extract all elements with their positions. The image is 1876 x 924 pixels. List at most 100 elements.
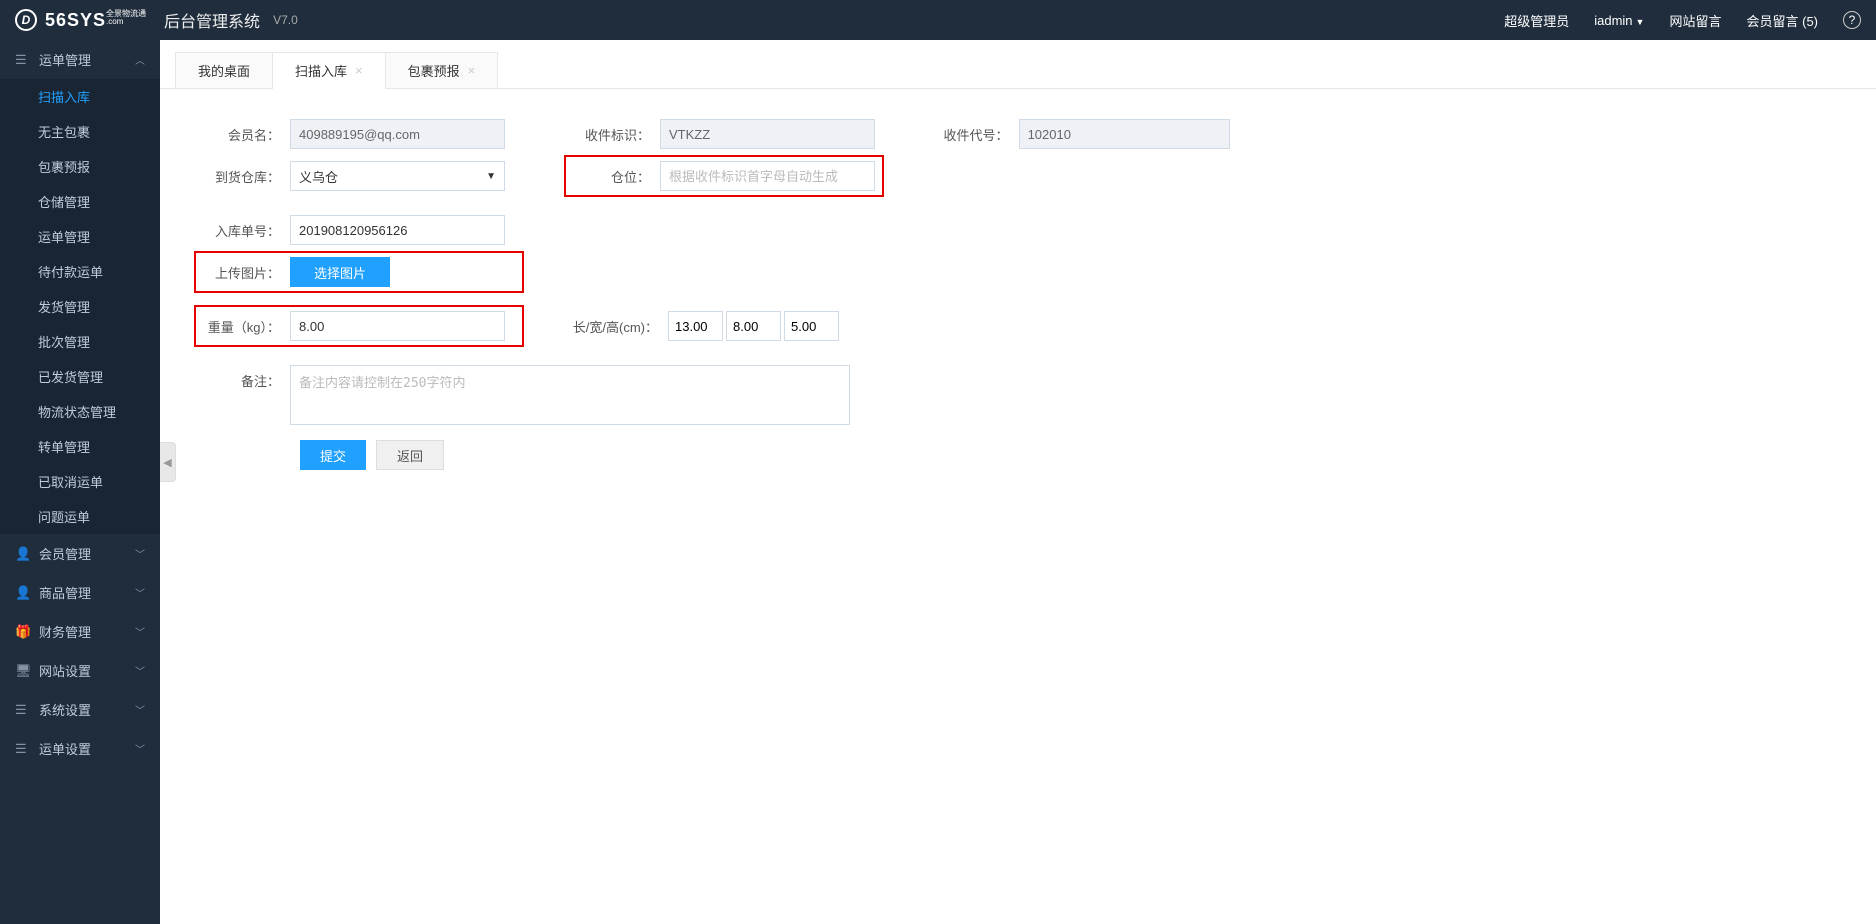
submenu-item-logistics-status[interactable]: 物流状态管理 xyxy=(0,394,160,429)
user-icon: 👤 xyxy=(15,546,31,562)
submenu-item-scan-in[interactable]: 扫描入库 xyxy=(0,79,160,114)
sidebar-item-label: 财务管理 xyxy=(39,622,91,641)
sidebar-item-label: 网站设置 xyxy=(39,661,91,680)
tab-label: 扫描入库 xyxy=(295,61,347,80)
dim-w-input[interactable] xyxy=(726,311,781,341)
logo-area: D 56SYS全景物流通.com 后台管理系统 V7.0 xyxy=(15,8,298,32)
dim-label: 长/宽/高(cm)： xyxy=(558,317,668,336)
submenu-item-orphan[interactable]: 无主包裹 xyxy=(0,114,160,149)
logo-icon: D xyxy=(15,9,37,31)
chevron-down-icon: ﹀ xyxy=(135,624,145,639)
form-buttons: 提交 返回 xyxy=(200,440,1836,470)
dim-l-input[interactable] xyxy=(668,311,723,341)
submenu-item-batch[interactable]: 批次管理 xyxy=(0,324,160,359)
field-dimensions: 长/宽/高(cm)： xyxy=(558,311,878,341)
sidebar-item-label: 系统设置 xyxy=(39,700,91,719)
warehouse-value: 义乌仓 xyxy=(299,167,338,186)
remark-label: 备注： xyxy=(200,365,290,390)
chevron-down-icon: ﹀ xyxy=(135,585,145,600)
close-icon[interactable]: × xyxy=(468,63,476,78)
form-container: 会员名： 收件标识： 收件代号： 到货仓库： 义乌仓 xyxy=(160,89,1876,924)
gift-icon: 🎁 xyxy=(15,624,31,640)
dim-h-input[interactable] xyxy=(784,311,839,341)
list-icon: ☰ xyxy=(15,52,31,68)
member-message-link[interactable]: 会员留言 (5) xyxy=(1746,11,1818,30)
close-icon[interactable]: × xyxy=(355,63,363,78)
monitor-icon: 🖥 xyxy=(15,663,31,679)
site-message-link[interactable]: 网站留言 xyxy=(1669,11,1721,30)
logo-text-wrap: 56SYS全景物流通.com xyxy=(45,10,146,31)
sidebar-item-label: 会员管理 xyxy=(39,544,91,563)
user-menu[interactable]: iadmin ▼ xyxy=(1594,13,1644,28)
submenu-item-cancelled[interactable]: 已取消运单 xyxy=(0,464,160,499)
weight-label: 重量（kg）： xyxy=(200,317,290,336)
sidebar-item-label: 运单管理 xyxy=(39,50,91,69)
field-in-no: 入库单号： xyxy=(200,215,530,245)
user-role: 超级管理员 xyxy=(1504,11,1569,30)
app-header: D 56SYS全景物流通.com 后台管理系统 V7.0 超级管理员 iadmi… xyxy=(0,0,1876,40)
chevron-down-icon: ▼ xyxy=(486,171,496,182)
chevron-up-icon: ︿ xyxy=(135,52,145,67)
user-name: iadmin xyxy=(1594,13,1632,28)
recv-code-label: 收件代号： xyxy=(930,125,1019,144)
recv-mark-label: 收件标识： xyxy=(570,125,660,144)
sidebar-item-site-settings[interactable]: 🖥 网站设置 ﹀ xyxy=(0,651,160,690)
submenu-waybill: 扫描入库 无主包裹 包裹预报 仓储管理 运单管理 待付款运单 发货管理 批次管理… xyxy=(0,79,160,534)
sidebar-item-waybill-settings[interactable]: ☰ 运单设置 ﹀ xyxy=(0,729,160,768)
sidebar-item-label: 运单设置 xyxy=(39,739,91,758)
in-no-label: 入库单号： xyxy=(200,221,290,240)
remark-textarea[interactable] xyxy=(290,365,850,425)
submenu-item-problem[interactable]: 问题运单 xyxy=(0,499,160,534)
tab-scan-in[interactable]: 扫描入库 × xyxy=(272,52,386,88)
tab-label: 我的桌面 xyxy=(198,61,250,80)
field-member-name: 会员名： xyxy=(200,119,530,149)
sidebar-collapse-handle[interactable]: ◀ xyxy=(160,442,176,482)
sidebar-item-waybill-mgmt[interactable]: ☰ 运单管理 ︿ xyxy=(0,40,160,79)
submenu-item-ship[interactable]: 发货管理 xyxy=(0,289,160,324)
member-msg-label: 会员留言 xyxy=(1746,14,1798,29)
field-remark: 备注： xyxy=(200,365,850,425)
submenu-item-storage[interactable]: 仓储管理 xyxy=(0,184,160,219)
in-no-input[interactable] xyxy=(290,215,505,245)
submenu-item-transfer[interactable]: 转单管理 xyxy=(0,429,160,464)
field-recv-mark: 收件标识： xyxy=(570,119,890,149)
warehouse-label: 到货仓库： xyxy=(200,167,290,186)
submit-button[interactable]: 提交 xyxy=(300,440,366,470)
back-button[interactable]: 返回 xyxy=(376,440,444,470)
chevron-down-icon: ▼ xyxy=(1636,17,1645,27)
tab-label: 包裹预报 xyxy=(408,61,460,80)
weight-input[interactable] xyxy=(290,311,505,341)
chevron-down-icon: ﹀ xyxy=(135,663,145,678)
sidebar: ☰ 运单管理 ︿ 扫描入库 无主包裹 包裹预报 仓储管理 运单管理 待付款运单 … xyxy=(0,40,160,924)
upload-label: 上传图片： xyxy=(200,263,290,282)
logo-main: 56SYS xyxy=(45,10,106,30)
upload-button[interactable]: 选择图片 xyxy=(290,257,390,287)
submenu-item-waybill[interactable]: 运单管理 xyxy=(0,219,160,254)
header-right: 超级管理员 iadmin ▼ 网站留言 会员留言 (5) ? xyxy=(1504,11,1861,30)
tab-desktop[interactable]: 我的桌面 xyxy=(175,52,273,88)
recv-code-input xyxy=(1019,119,1230,149)
field-weight: 重量（kg）： xyxy=(194,305,524,347)
warehouse-select[interactable]: 义乌仓 ▼ xyxy=(290,161,505,191)
help-icon[interactable]: ? xyxy=(1843,11,1861,29)
field-recv-code: 收件代号： xyxy=(930,119,1230,149)
member-msg-count: (5) xyxy=(1802,14,1818,29)
sidebar-item-system-settings[interactable]: ☰ 系统设置 ﹀ xyxy=(0,690,160,729)
sidebar-item-product-mgmt[interactable]: 👤 商品管理 ﹀ xyxy=(0,573,160,612)
recv-mark-input xyxy=(660,119,875,149)
app-title: 后台管理系统 xyxy=(164,8,260,32)
sidebar-item-finance-mgmt[interactable]: 🎁 财务管理 ﹀ xyxy=(0,612,160,651)
slot-input[interactable] xyxy=(660,161,875,191)
submenu-item-forecast[interactable]: 包裹预报 xyxy=(0,149,160,184)
logo-sub-top: 全景物流通 xyxy=(106,9,146,18)
sidebar-item-member-mgmt[interactable]: 👤 会员管理 ﹀ xyxy=(0,534,160,573)
submenu-item-pending-pay[interactable]: 待付款运单 xyxy=(0,254,160,289)
user-icon: 👤 xyxy=(15,585,31,601)
member-name-label: 会员名： xyxy=(200,125,290,144)
submenu-item-shipped[interactable]: 已发货管理 xyxy=(0,359,160,394)
chevron-down-icon: ﹀ xyxy=(135,546,145,561)
app-version: V7.0 xyxy=(273,13,298,27)
sidebar-item-label: 商品管理 xyxy=(39,583,91,602)
tab-forecast[interactable]: 包裹预报 × xyxy=(385,52,499,88)
chevron-down-icon: ﹀ xyxy=(135,702,145,717)
